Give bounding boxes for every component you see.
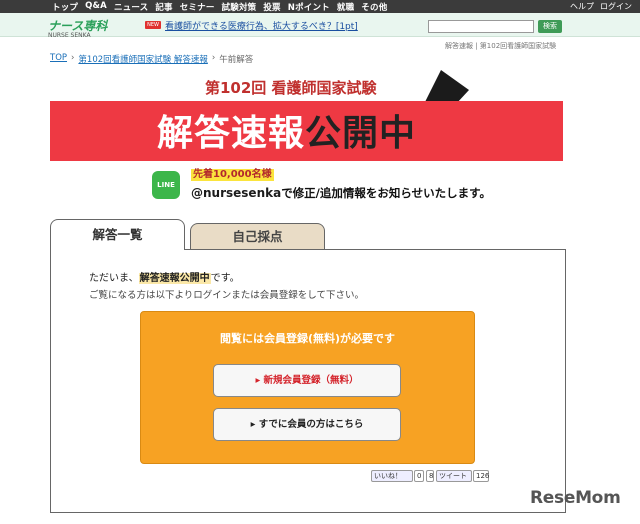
tweet-button[interactable]: ツイート [436, 470, 472, 482]
nav-item-jobs[interactable]: 就職 [337, 1, 354, 13]
signup-box-title: 閲覧には会員登録(無料)が必要です [219, 332, 396, 345]
member-login-button[interactable]: ▸ すでに会員の方はこちら [213, 408, 401, 441]
search-button[interactable]: 検索 [538, 20, 562, 33]
line-account[interactable]: @nursesenka [191, 186, 281, 200]
status-message-highlight: 解答速報公開中 [138, 273, 211, 284]
register-button[interactable]: ▸ 新規会員登録（無料） [213, 364, 401, 397]
tweet-count: 126 [473, 470, 489, 482]
help-link[interactable]: ヘルプ [570, 1, 594, 12]
status-message-pre: ただいま、 [89, 273, 139, 284]
headline-link[interactable]: 看護師ができる医療行為、拡大するべき？[1pt] [165, 19, 358, 32]
right-links[interactable]: 解答速報 | 第102回看護師国家試験 [445, 41, 556, 51]
logo-text: ナース専科 [48, 19, 108, 33]
nav-item-articles[interactable]: 記事 [155, 1, 172, 13]
banner-text-white: 解答速報 [157, 113, 306, 154]
top-navigation-bar: トップ Q&A ニュース 記事 セミナー 試験対策 投票 Nポイント 就職 その… [0, 0, 640, 13]
line-icon[interactable]: LINE [152, 171, 180, 199]
facebook-like-button[interactable]: いいね！ [371, 470, 413, 482]
breadcrumb-separator: › [211, 53, 216, 63]
nav-item-points[interactable]: Nポイント [288, 1, 330, 13]
status-message: ただいま、解答速報公開中です。 [89, 269, 240, 284]
banner-main-text: 解答速報公開中 [157, 104, 416, 156]
banner-subtitle: 第102回 看護師国家試験 [205, 79, 377, 97]
login-instruction: ご覧になる方は以下よりログインまたは会員登録をして下さい。 [89, 290, 365, 301]
tweet-label: ツイート [439, 472, 467, 480]
like-count: 0 [414, 470, 424, 482]
nav-item-vote[interactable]: 投票 [263, 1, 280, 13]
tab-answer-list[interactable]: 解答一覧 [50, 219, 185, 250]
nav-item-other[interactable]: その他 [361, 1, 387, 13]
line-message: @nursesenkaで修正/追加情報をお知らせいたします。 [191, 185, 491, 201]
search-input[interactable] [428, 20, 534, 33]
nav-item-qa[interactable]: Q&A [85, 1, 107, 13]
line-message-text: で修正/追加情報をお知らせいたします。 [281, 186, 492, 200]
nav-item-exam[interactable]: 試験対策 [222, 1, 257, 13]
breadcrumb-separator: › [71, 53, 75, 63]
breadcrumb: TOP › 第102回看護師国家試験 解答速報 › 午前解答 [50, 53, 253, 65]
new-badge: NEW [145, 21, 161, 29]
logo-subtext: NURSE SENKA [48, 32, 91, 39]
nav-item-seminar[interactable]: セミナー [180, 1, 215, 13]
gplus-count: 8 [426, 470, 434, 482]
like-label: いいね！ [374, 472, 402, 480]
top-nav-items: トップ Q&A ニュース 記事 セミナー 試験対策 投票 Nポイント 就職 その… [0, 1, 387, 13]
resemom-watermark: ReseMom [530, 488, 621, 508]
breadcrumb-current: 午前解答 [219, 55, 254, 65]
login-link[interactable]: ログイン [600, 1, 632, 12]
nav-item-top[interactable]: トップ [52, 1, 78, 13]
breadcrumb-exam[interactable]: 第102回看護師国家試験 解答速報 [78, 53, 207, 65]
status-message-post: です。 [210, 273, 240, 284]
first-come-badge: 先着10,000名様 [191, 169, 274, 181]
nav-item-news[interactable]: ニュース [114, 1, 148, 13]
site-logo[interactable]: ナース専科 NURSE SENKA [48, 17, 107, 39]
breadcrumb-top[interactable]: TOP [50, 53, 67, 65]
banner-text-dark: 公開中 [305, 113, 417, 154]
tab-self-scoring[interactable]: 自己採点 [190, 223, 325, 250]
